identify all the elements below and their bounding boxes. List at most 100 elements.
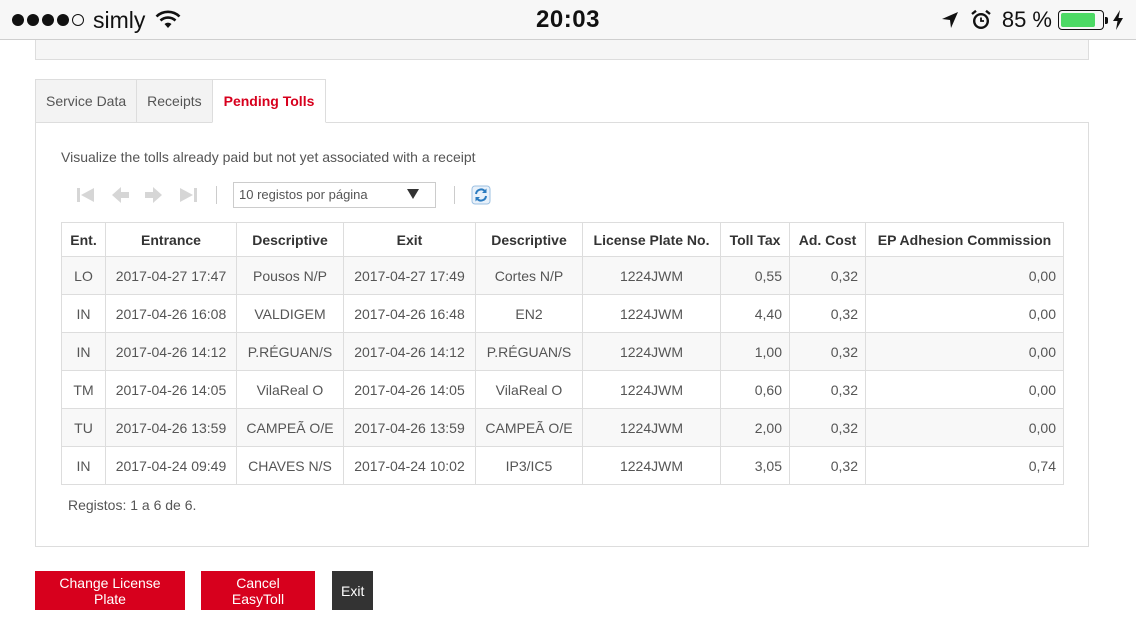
table-cell: 2017-04-27 17:49 [343, 256, 476, 295]
table-cell: 3,05 [720, 446, 790, 485]
table-cell: CAMPEÃ O/E [475, 408, 583, 447]
table-cell: VALDIGEM [236, 294, 344, 333]
table-cell: 2017-04-26 13:59 [343, 408, 476, 447]
col-entrance-descriptive[interactable]: Descriptive [236, 222, 344, 257]
table-cell: 0,00 [865, 408, 1064, 447]
col-exit-descriptive[interactable]: Descriptive [475, 222, 583, 257]
table-cell: 4,40 [720, 294, 790, 333]
cancel-easytoll-button[interactable]: Cancel EasyToll [201, 571, 315, 610]
pager-separator [216, 186, 217, 204]
table-cell: 0,55 [720, 256, 790, 295]
table-cell: VilaReal O [475, 370, 583, 409]
table-cell: VilaReal O [236, 370, 344, 409]
table-cell: 1224JWM [582, 256, 721, 295]
prev-page-icon[interactable] [108, 185, 132, 205]
table-row[interactable]: IN 2017-04-24 09:49 CHAVES N/S 2017-04-24 1… [61, 446, 1064, 485]
table-row[interactable]: IN 2017-04-26 16:08 VALDIGEM 2017-04-26 16:… [61, 294, 1064, 333]
alarm-clock-icon [971, 9, 991, 29]
pending-tolls-panel: Visualize the tolls already paid but not… [35, 122, 1089, 547]
table-cell: LO [61, 256, 106, 295]
status-bar: simly 20:03 85 % [0, 0, 1136, 40]
table-cell: IN [61, 294, 106, 333]
table-cell: 1224JWM [582, 294, 721, 333]
next-page-icon[interactable] [142, 185, 166, 205]
first-page-icon[interactable] [74, 185, 98, 205]
table-cell: 2017-04-27 17:47 [105, 256, 237, 295]
table-cell: IN [61, 446, 106, 485]
table-header-row: Ent. Entrance Descriptive Exit Descripti… [61, 222, 1064, 257]
col-entrance[interactable]: Entrance [105, 222, 237, 257]
pager-toolbar: 10 registos por página [74, 181, 491, 209]
table-cell: 1,00 [720, 332, 790, 371]
table-cell: 1224JWM [582, 408, 721, 447]
table-row[interactable]: TU 2017-04-26 13:59 CAMPEÃ O/E 2017-04-26 1… [61, 408, 1064, 447]
table-cell: 2017-04-26 13:59 [105, 408, 237, 447]
battery-tip [1105, 17, 1108, 24]
table-cell: 2017-04-26 16:08 [105, 294, 237, 333]
records-count: Registos: 1 a 6 de 6. [68, 497, 197, 513]
tab-service-data[interactable]: Service Data [35, 79, 137, 123]
previous-panel-bottom [35, 40, 1089, 60]
table-cell: 1224JWM [582, 370, 721, 409]
table-cell: IP3/IC5 [475, 446, 583, 485]
battery-fill [1061, 13, 1095, 27]
col-exit[interactable]: Exit [343, 222, 476, 257]
rows-per-page-select[interactable]: 10 registos por página [233, 182, 436, 208]
rows-per-page-value: 10 registos por página [239, 187, 368, 202]
last-page-icon[interactable] [176, 185, 200, 205]
table-cell: 0,00 [865, 256, 1064, 295]
table-body: LO 2017-04-27 17:47 Pousos N/P 2017-04-27 1… [61, 256, 1064, 485]
table-cell: CAMPEÃ O/E [236, 408, 344, 447]
battery-percent: 85 % [1001, 7, 1052, 32]
exit-button[interactable]: Exit [332, 571, 373, 610]
tab-receipts[interactable]: Receipts [136, 79, 212, 123]
table-cell: 0,32 [789, 256, 866, 295]
table-cell: 0,32 [789, 332, 866, 371]
col-ad-cost[interactable]: Ad. Cost [789, 222, 866, 257]
table-cell: 0,00 [865, 332, 1064, 371]
table-cell: 2017-04-26 14:12 [105, 332, 237, 371]
tab-pending-tolls[interactable]: Pending Tolls [211, 79, 327, 123]
table-row[interactable]: TM 2017-04-26 14:05 VilaReal O 2017-04-26 1… [61, 370, 1064, 409]
pager-separator-2 [454, 186, 455, 204]
col-license-plate[interactable]: License Plate No. [582, 222, 721, 257]
table-cell: EN2 [475, 294, 583, 333]
panel-description: Visualize the tolls already paid but not… [61, 149, 476, 165]
table-cell: TM [61, 370, 106, 409]
table-cell: 0,32 [789, 370, 866, 409]
table-cell: 2017-04-24 09:49 [105, 446, 237, 485]
table-cell: 2017-04-26 14:05 [105, 370, 237, 409]
table-cell: CHAVES N/S [236, 446, 344, 485]
refresh-icon[interactable] [471, 185, 491, 205]
table-cell: IN [61, 332, 106, 371]
table-cell: 0,32 [789, 294, 866, 333]
table-cell: Cortes N/P [475, 256, 583, 295]
table-cell: 1224JWM [582, 332, 721, 371]
table-cell: 2,00 [720, 408, 790, 447]
battery-icon [1058, 10, 1108, 30]
table-cell: P.RÉGUAN/S [475, 332, 583, 371]
table-cell: TU [61, 408, 106, 447]
tab-bar: Service Data Receipts Pending Tolls [35, 79, 327, 123]
table-cell: 2017-04-26 14:12 [343, 332, 476, 371]
change-license-plate-button[interactable]: Change License Plate [35, 571, 185, 610]
table-cell: 0,00 [865, 294, 1064, 333]
table-cell: 0,00 [865, 370, 1064, 409]
status-right: 85 % [940, 6, 1124, 34]
table-cell: 2017-04-26 16:48 [343, 294, 476, 333]
table-cell: 0,74 [865, 446, 1064, 485]
charging-bolt-icon [1113, 10, 1123, 30]
table-row[interactable]: LO 2017-04-27 17:47 Pousos N/P 2017-04-27 1… [61, 256, 1064, 295]
table-cell: 0,32 [789, 408, 866, 447]
pending-tolls-table: Ent. Entrance Descriptive Exit Descripti… [61, 222, 1064, 485]
table-cell: P.RÉGUAN/S [236, 332, 344, 371]
table-row[interactable]: IN 2017-04-26 14:12 P.RÉGUAN/S 2017-04-26 1… [61, 332, 1064, 371]
location-arrow-icon [941, 12, 958, 28]
col-toll-tax[interactable]: Toll Tax [720, 222, 790, 257]
col-ep-commission[interactable]: EP Adhesion Commission [865, 222, 1064, 257]
table-cell: 2017-04-24 10:02 [343, 446, 476, 485]
col-ent[interactable]: Ent. [61, 222, 106, 257]
table-cell: 1224JWM [582, 446, 721, 485]
chevron-down-icon [407, 189, 419, 199]
table-cell: 2017-04-26 14:05 [343, 370, 476, 409]
